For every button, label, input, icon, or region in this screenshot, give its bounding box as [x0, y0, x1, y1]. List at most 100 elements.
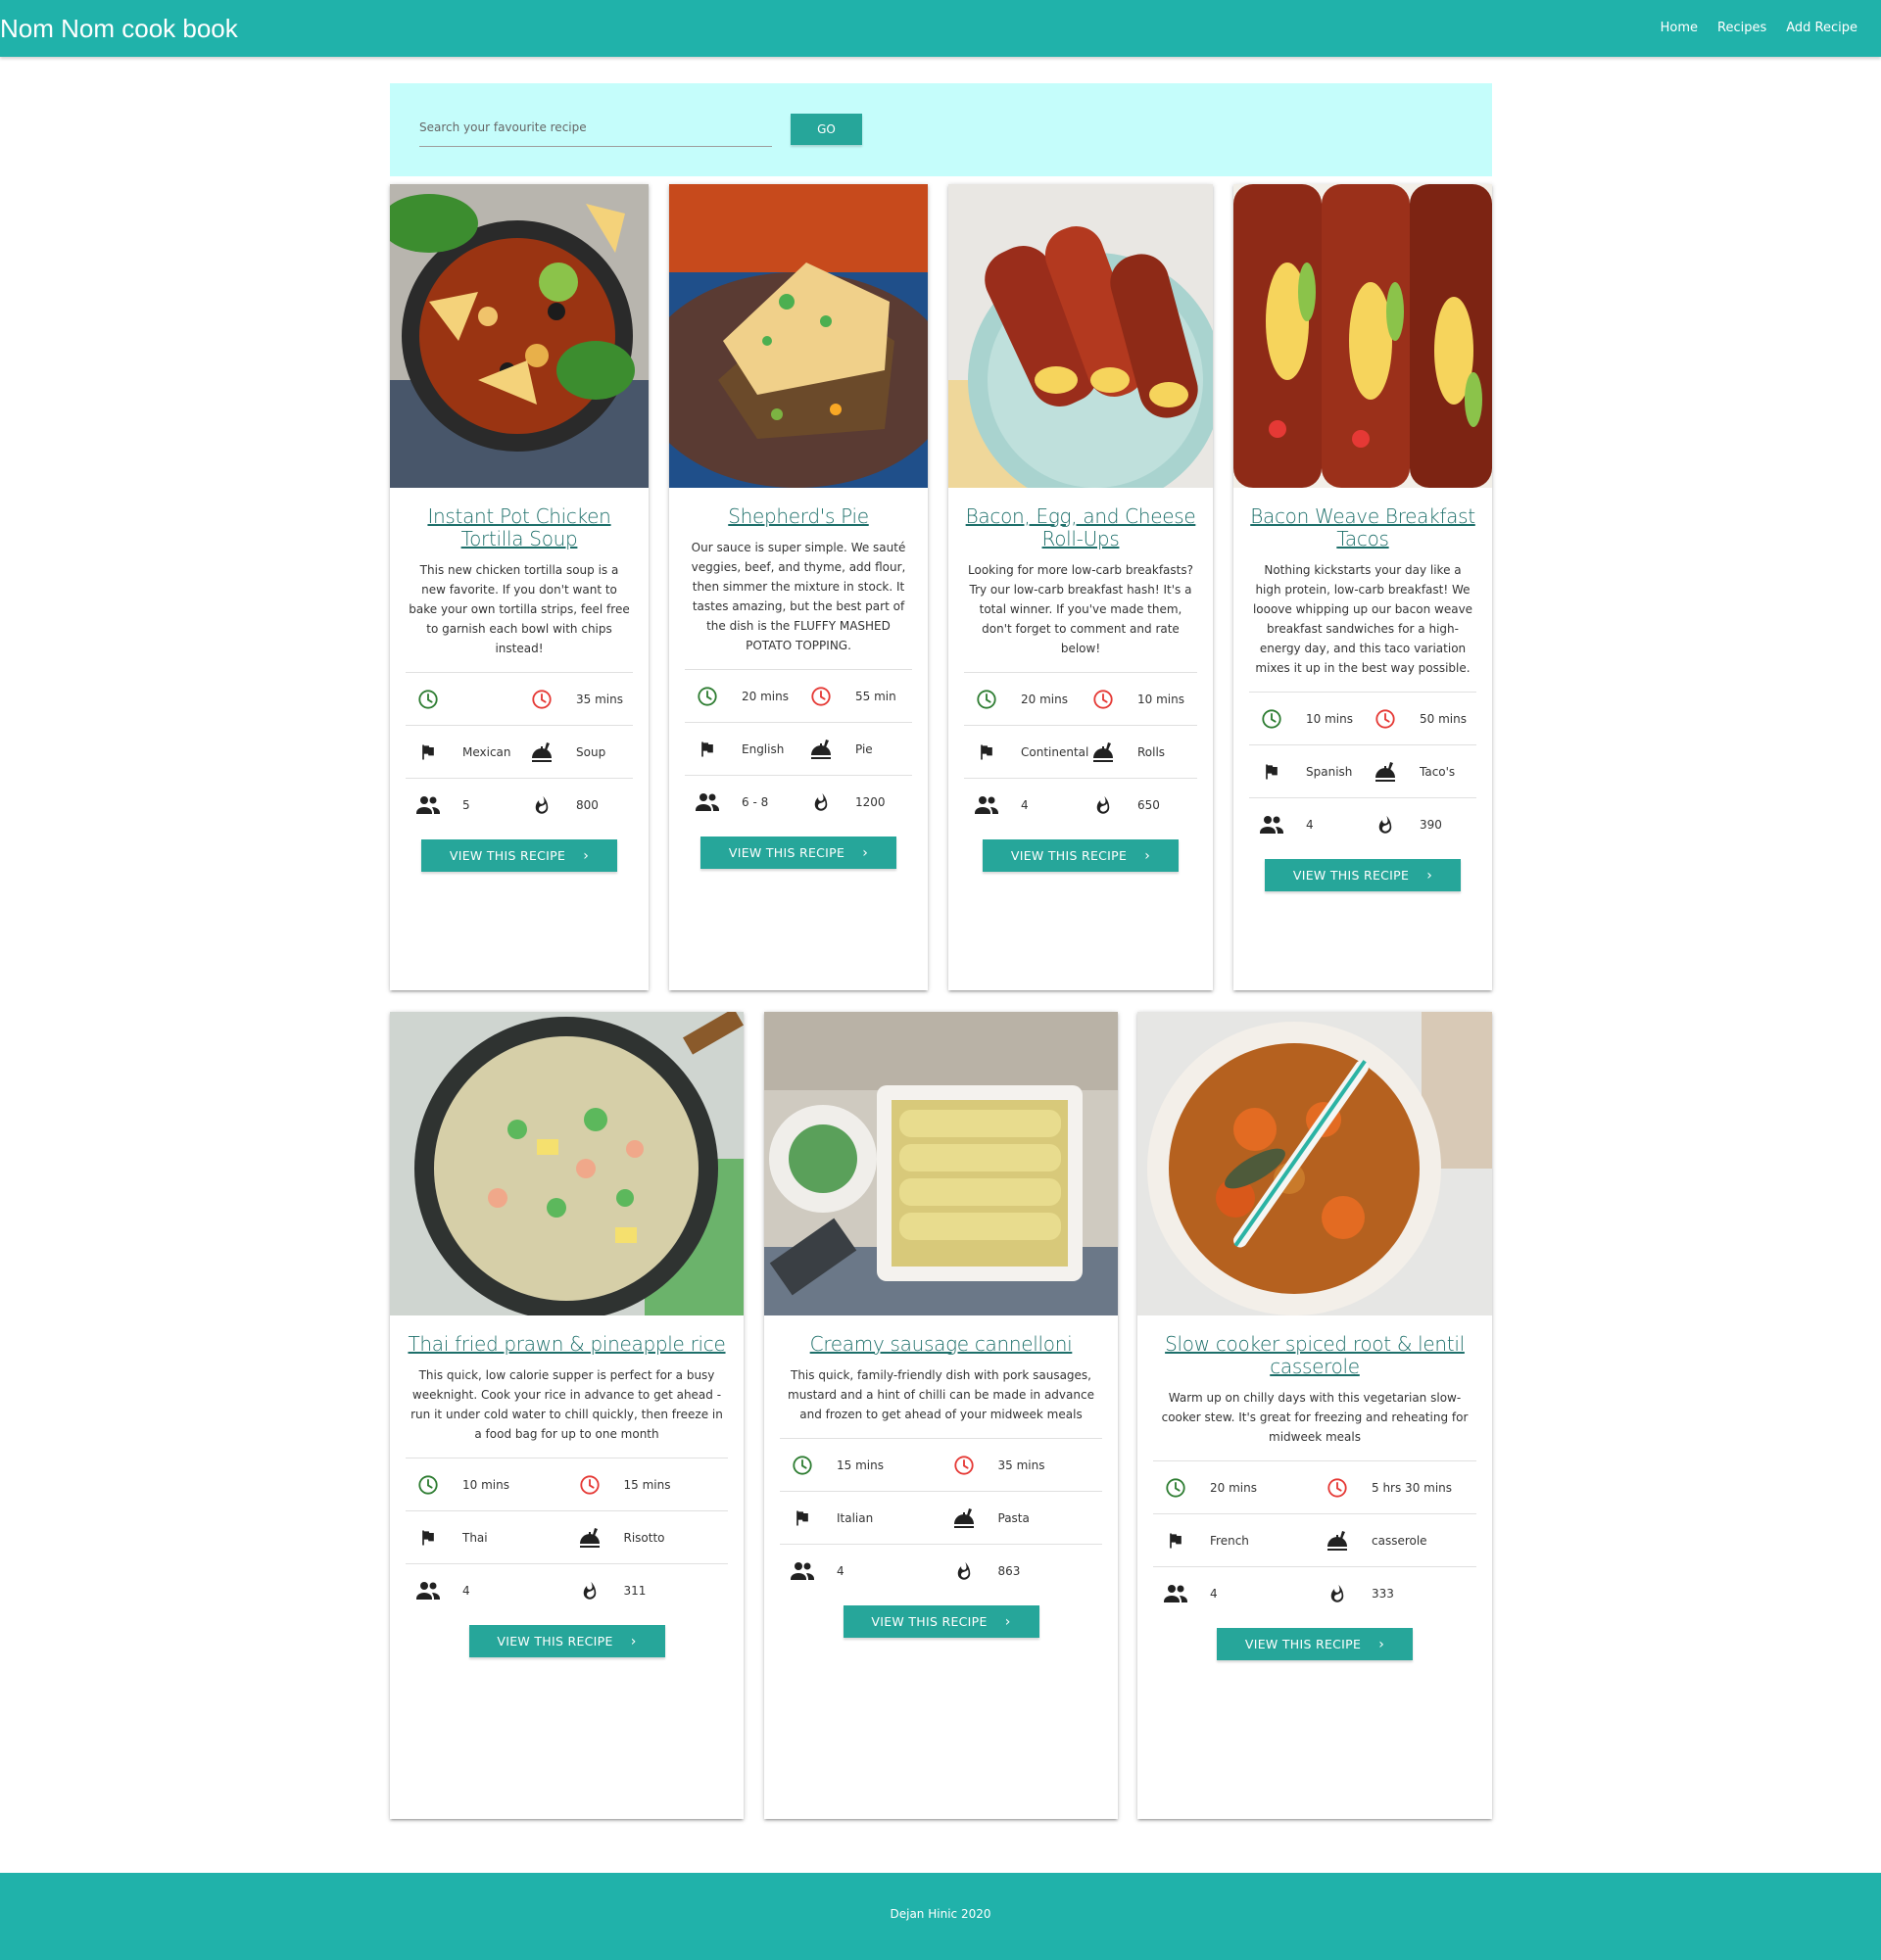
cook-time: 35 mins [576, 692, 623, 706]
recipe-description: This new chicken tortilla soup is a new … [409, 563, 630, 655]
prep-time-clock-icon [1249, 708, 1294, 730]
recipe-image[interactable] [764, 1012, 1118, 1315]
recipe-info-table: 15 mins 35 mins Italian Pasta 4 863 [780, 1438, 1102, 1598]
servings: 4 [1210, 1587, 1218, 1601]
origin-row: Thai Risotto [406, 1511, 728, 1564]
recipe-image[interactable] [948, 184, 1213, 488]
calories: 1200 [855, 795, 886, 809]
view-recipe-button[interactable]: VIEW THIS RECIPE › [1217, 1628, 1413, 1660]
dinner-dining-icon [1081, 741, 1126, 764]
cuisine: Thai [462, 1530, 488, 1545]
recipe-info-table: 10 mins 50 mins Spanish Taco's 4 390 [1249, 692, 1476, 851]
recipe-description: This quick, low calorie supper is perfec… [410, 1368, 723, 1441]
cuisine: Mexican [462, 744, 511, 759]
recipe-card: Shepherd's Pie Our sauce is super simple… [669, 184, 928, 990]
cook-time-clock-icon [941, 1455, 987, 1476]
view-recipe-label: VIEW THIS RECIPE [1010, 848, 1128, 863]
category: Rolls [1137, 744, 1166, 759]
cuisine: English [742, 741, 785, 756]
servings: 4 [462, 1584, 470, 1598]
recipe-description: Nothing kickstarts your day like a high … [1252, 563, 1473, 675]
view-recipe-button[interactable]: VIEW THIS RECIPE › [468, 1625, 665, 1657]
time-row: 20 mins 10 mins [964, 673, 1197, 726]
recipe-image[interactable] [1233, 184, 1492, 488]
view-recipe-button[interactable]: VIEW THIS RECIPE › [421, 839, 617, 872]
cook-time: 5 hrs 30 mins [1372, 1480, 1453, 1495]
people-icon [406, 1581, 451, 1601]
category: casserole [1372, 1533, 1427, 1548]
recipe-image[interactable] [1137, 1012, 1492, 1315]
prep-time: 10 mins [1306, 711, 1353, 726]
servings: 4 [1021, 798, 1029, 812]
recipe-card-content: Creamy sausage cannelloni This quick, fa… [764, 1323, 1118, 1638]
people-icon [685, 792, 730, 812]
cook-time: 15 mins [623, 1477, 671, 1492]
recipe-description: Warm up on chilly days with this vegetar… [1161, 1391, 1469, 1444]
nav-link-home[interactable]: Home [1651, 0, 1708, 57]
chevron-right-icon: › [583, 847, 590, 864]
view-recipe-label: VIEW THIS RECIPE [728, 845, 845, 860]
brand-logo[interactable]: Nom Nom cook book [0, 12, 238, 45]
recipe-card: Bacon Weave Breakfast Tacos Nothing kick… [1233, 184, 1492, 990]
prep-time-clock-icon [406, 1474, 451, 1496]
view-recipe-button[interactable]: VIEW THIS RECIPE › [700, 837, 896, 869]
chevron-right-icon: › [862, 844, 869, 861]
fire-icon [1081, 794, 1126, 816]
cook-time: 10 mins [1137, 692, 1184, 706]
cuisine: Italian [837, 1510, 874, 1525]
fire-icon [798, 791, 844, 813]
origin-row: Continental Rolls [964, 726, 1197, 779]
flag-icon [964, 742, 1009, 762]
people-icon [1249, 815, 1294, 835]
recipe-title-link[interactable]: Slow cooker spiced root & lentil cassero… [1153, 1333, 1476, 1378]
cook-time-clock-icon [567, 1474, 612, 1496]
recipe-description: Our sauce is super simple. We sauté vegg… [691, 541, 906, 652]
cook-time-clock-icon [798, 686, 844, 707]
recipe-title-link[interactable]: Shepherd's Pie [685, 505, 912, 528]
calories: 863 [997, 1564, 1021, 1578]
recipe-info-table: 20 mins 55 min English Pie 6 - 8 1200 [685, 669, 912, 829]
nav-link-add-recipe[interactable]: Add Recipe [1776, 0, 1867, 57]
serving-row: 4 311 [406, 1564, 728, 1617]
view-recipe-button[interactable]: VIEW THIS RECIPE › [1265, 859, 1461, 891]
recipe-card: Instant Pot Chicken Tortilla Soup This n… [390, 184, 649, 990]
cook-time-clock-icon [1363, 708, 1408, 730]
chevron-right-icon: › [1378, 1636, 1385, 1652]
recipe-title-link[interactable]: Thai fried prawn & pineapple rice [406, 1333, 728, 1356]
recipe-title-link[interactable]: Bacon, Egg, and Cheese Roll-Ups [964, 505, 1197, 550]
recipe-card-content: Instant Pot Chicken Tortilla Soup This n… [390, 496, 649, 872]
view-recipe-button[interactable]: VIEW THIS RECIPE › [843, 1605, 1039, 1638]
cuisine: Continental [1021, 744, 1089, 759]
dinner-dining-icon [1315, 1529, 1360, 1553]
prep-time-clock-icon [780, 1455, 825, 1476]
recipe-title-link[interactable]: Creamy sausage cannelloni [780, 1333, 1102, 1356]
time-row: 20 mins 5 hrs 30 mins [1153, 1461, 1476, 1514]
view-recipe-label: VIEW THIS RECIPE [1292, 868, 1410, 883]
prep-time: 20 mins [1021, 692, 1068, 706]
time-row: 35 mins [406, 673, 633, 726]
flag-icon [685, 740, 730, 759]
recipe-title-link[interactable]: Instant Pot Chicken Tortilla Soup [406, 505, 633, 550]
prep-time: 15 mins [837, 1458, 884, 1472]
search-input[interactable] [419, 108, 772, 147]
calories: 333 [1372, 1587, 1394, 1601]
recipe-image[interactable] [390, 1012, 744, 1315]
recipe-card-content: Thai fried prawn & pineapple rice This q… [390, 1323, 744, 1657]
cook-time: 55 min [855, 689, 896, 703]
recipe-image[interactable] [390, 184, 649, 488]
recipe-image[interactable] [669, 184, 928, 488]
calories: 390 [1420, 818, 1442, 832]
cook-time: 35 mins [997, 1458, 1045, 1472]
flag-icon [1153, 1531, 1198, 1551]
category: Pasta [997, 1510, 1030, 1525]
fire-icon [1363, 814, 1408, 836]
recipe-title-link[interactable]: Bacon Weave Breakfast Tacos [1249, 505, 1476, 550]
cook-time-clock-icon [1081, 689, 1126, 710]
time-row: 10 mins 50 mins [1249, 693, 1476, 745]
view-recipe-button[interactable]: VIEW THIS RECIPE › [983, 839, 1179, 872]
flag-icon [406, 1528, 451, 1548]
dinner-dining-icon [941, 1506, 987, 1530]
go-button[interactable]: GO [791, 114, 862, 145]
servings: 4 [1306, 818, 1314, 832]
nav-link-recipes[interactable]: Recipes [1708, 0, 1776, 57]
